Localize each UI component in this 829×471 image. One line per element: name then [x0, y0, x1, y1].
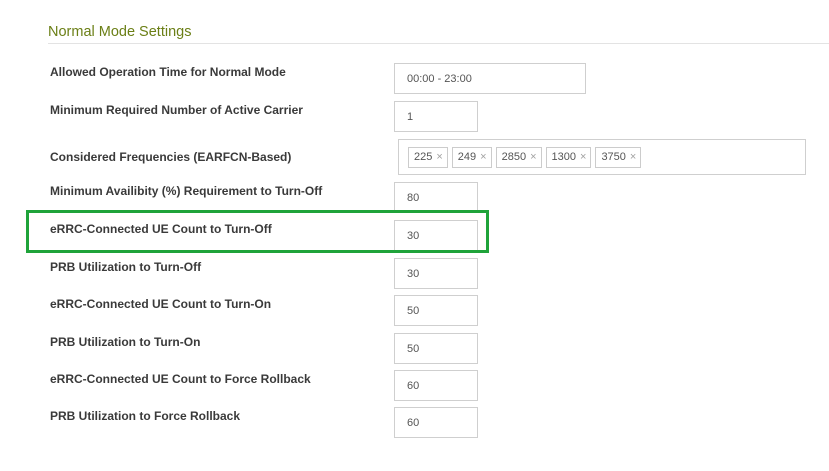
label-prb-force-rollback: PRB Utilization to Force Rollback [50, 409, 241, 423]
prb-force-rollback-input[interactable]: 60 [394, 407, 478, 438]
ue-count-turn-on-input[interactable]: 50 [394, 295, 478, 326]
remove-tag-icon[interactable]: × [480, 151, 486, 163]
section-title: Normal Mode Settings [48, 24, 192, 40]
frequency-tag-label: 3750 [601, 151, 626, 163]
label-ue-count-force-rollback: eRRC-Connected UE Count to Force Rollbac… [50, 372, 311, 386]
min-availability-input[interactable]: 80 [394, 182, 478, 213]
label-considered-frequencies: Considered Frequencies (EARFCN-Based) [50, 150, 292, 164]
label-ue-count-turn-off: eRRC-Connected UE Count to Turn-Off [50, 222, 272, 236]
label-prb-turn-off: PRB Utilization to Turn-Off [50, 260, 202, 274]
allowed-operation-time-input[interactable]: 00:00 - 23:00 [394, 63, 586, 94]
frequency-tag: 1300 × [545, 146, 592, 168]
prb-turn-off-input[interactable]: 30 [394, 258, 478, 289]
ue-count-force-rollback-input[interactable]: 60 [394, 370, 478, 401]
frequency-tag: 249 × [451, 146, 492, 168]
label-min-availability: Minimum Availibity (%) Requirement to Tu… [50, 184, 323, 198]
frequency-tag: 225 × [408, 146, 448, 168]
label-min-active-carrier: Minimum Required Number of Active Carrie… [50, 103, 303, 117]
ue-count-turn-off-input[interactable]: 30 [394, 220, 478, 251]
label-allowed-operation-time: Allowed Operation Time for Normal Mode [50, 65, 286, 79]
remove-tag-icon[interactable]: × [630, 151, 636, 163]
min-active-carrier-input[interactable]: 1 [394, 101, 478, 132]
remove-tag-icon[interactable]: × [436, 151, 442, 163]
label-ue-count-turn-on: eRRC-Connected UE Count to Turn-On [50, 297, 272, 311]
frequency-tag: 3750 × [595, 146, 642, 168]
frequency-tag-label: 225 [414, 151, 433, 163]
frequency-tag-label: 249 [457, 151, 477, 163]
frequency-tag-label: 1300 [551, 151, 576, 163]
frequency-tag-label: 2850 [501, 151, 527, 163]
remove-tag-icon[interactable]: × [530, 151, 536, 163]
prb-turn-on-input[interactable]: 50 [394, 333, 478, 364]
considered-frequencies-tag-input[interactable]: 225 × 249 × 2850 × 1300 × 3750 × [398, 139, 806, 175]
label-prb-turn-on: PRB Utilization to Turn-On [50, 335, 201, 349]
frequency-tag: 2850 × [495, 146, 542, 168]
section-divider [48, 43, 829, 44]
remove-tag-icon[interactable]: × [580, 151, 586, 163]
